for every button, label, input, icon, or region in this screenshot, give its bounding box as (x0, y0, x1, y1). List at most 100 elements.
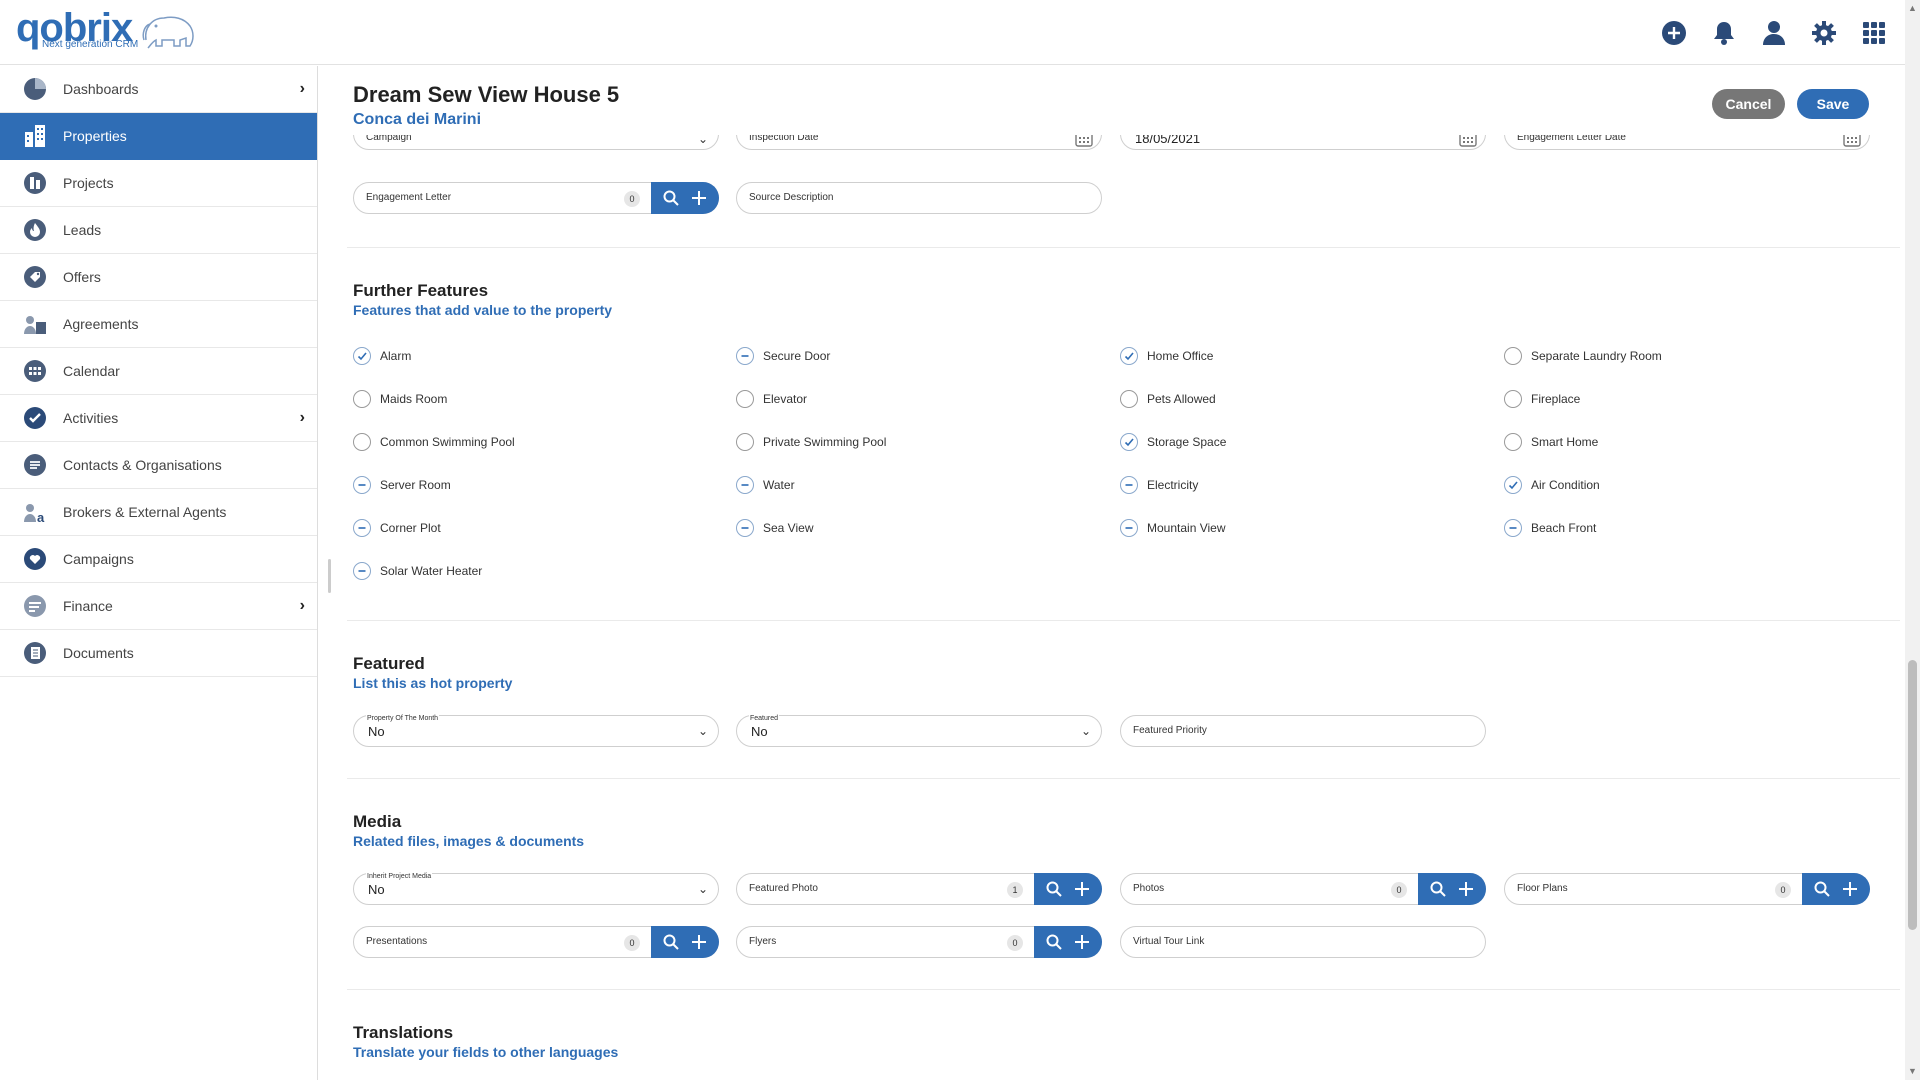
featured-select[interactable]: Featured No ⌄ (736, 715, 1102, 747)
sidebar-item-label: Brokers & External Agents (63, 504, 227, 520)
apps-grid-icon[interactable] (1858, 17, 1890, 49)
add-circle-icon[interactable] (1658, 17, 1690, 49)
sidebar-item-activities[interactable]: Activities › (0, 395, 317, 442)
add-icon[interactable] (1071, 878, 1093, 900)
empty-checkbox-icon (1120, 390, 1138, 408)
featured-photo-field[interactable]: Featured Photo 1 (736, 873, 1102, 905)
calendar-icon[interactable] (1459, 135, 1477, 152)
count-badge: 0 (1007, 935, 1023, 951)
floor-plans-field[interactable]: Floor Plans 0 (1504, 873, 1870, 905)
search-icon[interactable] (660, 931, 682, 953)
check-icon (22, 405, 48, 431)
sidebar-item-offers[interactable]: Offers (0, 254, 317, 301)
feature-checkbox[interactable]: Fireplace (1504, 390, 1580, 408)
source-description-field[interactable]: Source Description (736, 182, 1102, 214)
brand-tagline: Next generation CRM (42, 39, 139, 50)
add-icon[interactable] (688, 187, 710, 209)
feature-checkbox[interactable]: Smart Home (1504, 433, 1598, 451)
add-icon[interactable] (1071, 931, 1093, 953)
feature-checkbox[interactable]: Water (736, 476, 795, 494)
finance-icon (22, 593, 48, 619)
bell-icon[interactable] (1708, 17, 1740, 49)
feature-checkbox[interactable]: Pets Allowed (1120, 390, 1216, 408)
scroll-down-icon[interactable]: ▼ (1908, 1066, 1917, 1076)
feature-checkbox[interactable]: Sea View (736, 519, 813, 537)
scrollbar-thumb[interactable] (1908, 660, 1917, 930)
minus-icon (1504, 519, 1522, 537)
field-value: No (368, 882, 385, 897)
main-content: Campaign ⌄ Inspection Date 18/05/2021 En… (319, 135, 1900, 1080)
engagement-letter-field[interactable]: Engagement Letter 0 (353, 182, 719, 214)
presentations-field[interactable]: Presentations 0 (353, 926, 719, 958)
sidebar-item-calendar[interactable]: Calendar (0, 348, 317, 395)
feature-checkbox[interactable]: Air Condition (1504, 476, 1600, 494)
page-scrollbar[interactable]: ▲ ▼ (1905, 0, 1920, 1080)
sidebar-item-leads[interactable]: Leads (0, 207, 317, 254)
flame-icon (22, 217, 48, 243)
feature-checkbox[interactable]: Solar Water Heater (353, 562, 482, 580)
user-icon[interactable] (1758, 17, 1790, 49)
svg-text:a: a (37, 510, 45, 524)
featured-priority-field[interactable]: Featured Priority (1120, 715, 1486, 747)
virtual-tour-link-field[interactable]: Virtual Tour Link (1120, 926, 1486, 958)
feature-checkbox[interactable]: Storage Space (1120, 433, 1226, 451)
search-icon[interactable] (1811, 878, 1833, 900)
search-icon[interactable] (1427, 878, 1449, 900)
field-label: Inspection Date (749, 135, 819, 143)
photos-field[interactable]: Photos 0 (1120, 873, 1486, 905)
feature-checkbox[interactable]: Common Swimming Pool (353, 433, 515, 451)
chevron-down-icon: ⌄ (697, 724, 708, 738)
field-value: 18/05/2021 (1135, 135, 1201, 146)
feature-checkbox[interactable]: Secure Door (736, 347, 830, 365)
feature-checkbox[interactable]: Mountain View (1120, 519, 1226, 537)
feature-checkbox[interactable]: Separate Laundry Room (1504, 347, 1662, 365)
search-icon[interactable] (1043, 878, 1065, 900)
feature-label: Common Swimming Pool (380, 435, 515, 449)
feature-checkbox[interactable]: Beach Front (1504, 519, 1596, 537)
feature-checkbox[interactable]: Elevator (736, 390, 807, 408)
sidebar-item-label: Documents (63, 645, 134, 661)
feature-checkbox[interactable]: Server Room (353, 476, 451, 494)
feature-checkbox[interactable]: Electricity (1120, 476, 1198, 494)
cancel-button[interactable]: Cancel (1712, 89, 1785, 119)
sidebar-item-finance[interactable]: Finance › (0, 583, 317, 630)
feature-label: Electricity (1147, 478, 1199, 492)
field-label: Featured Priority (1133, 725, 1207, 736)
engagement-letter-date-field[interactable]: Engagement Letter Date (1504, 135, 1870, 150)
inspection-date-field[interactable]: Inspection Date (736, 135, 1102, 150)
feature-checkbox[interactable]: Alarm (353, 347, 411, 365)
save-button[interactable]: Save (1797, 89, 1869, 119)
sidebar-item-projects[interactable]: Projects (0, 160, 317, 207)
add-icon[interactable] (688, 931, 710, 953)
search-icon[interactable] (1043, 931, 1065, 953)
campaign-select[interactable]: Campaign ⌄ (353, 135, 719, 150)
feature-label: Mountain View (1147, 521, 1226, 535)
field-label: Property Of The Month (366, 715, 440, 722)
sidebar-item-properties[interactable]: Properties (0, 113, 317, 160)
sidebar-item-agreements[interactable]: Agreements (0, 301, 317, 348)
calendar-icon[interactable] (1843, 135, 1861, 152)
calendar-icon[interactable] (1075, 135, 1093, 152)
sidebar-item-label: Finance (63, 598, 113, 614)
sidebar-item-contacts[interactable]: Contacts & Organisations (0, 442, 317, 489)
gear-icon[interactable] (1808, 17, 1840, 49)
feature-label: Home Office (1147, 349, 1214, 363)
inherit-project-media-select[interactable]: Inherit Project Media No ⌄ (353, 873, 719, 905)
scroll-up-icon[interactable]: ▲ (1908, 3, 1917, 13)
sidebar-item-documents[interactable]: Documents (0, 630, 317, 677)
feature-checkbox[interactable]: Home Office (1120, 347, 1213, 365)
sidebar-item-brokers[interactable]: a Brokers & External Agents (0, 489, 317, 536)
property-of-month-select[interactable]: Property Of The Month No ⌄ (353, 715, 719, 747)
further-features-title: Further Features (353, 281, 489, 300)
brand-logo[interactable]: qobrix Next generation CRM (16, 6, 206, 56)
search-icon[interactable] (660, 187, 682, 209)
feature-checkbox[interactable]: Corner Plot (353, 519, 441, 537)
feature-checkbox[interactable]: Maids Room (353, 390, 447, 408)
add-icon[interactable] (1839, 878, 1861, 900)
flyers-field[interactable]: Flyers 0 (736, 926, 1102, 958)
date-field[interactable]: 18/05/2021 (1120, 135, 1486, 150)
sidebar-item-dashboards[interactable]: Dashboards › (0, 66, 317, 113)
sidebar-item-campaigns[interactable]: Campaigns (0, 536, 317, 583)
add-icon[interactable] (1455, 878, 1477, 900)
feature-checkbox[interactable]: Private Swimming Pool (736, 433, 886, 451)
